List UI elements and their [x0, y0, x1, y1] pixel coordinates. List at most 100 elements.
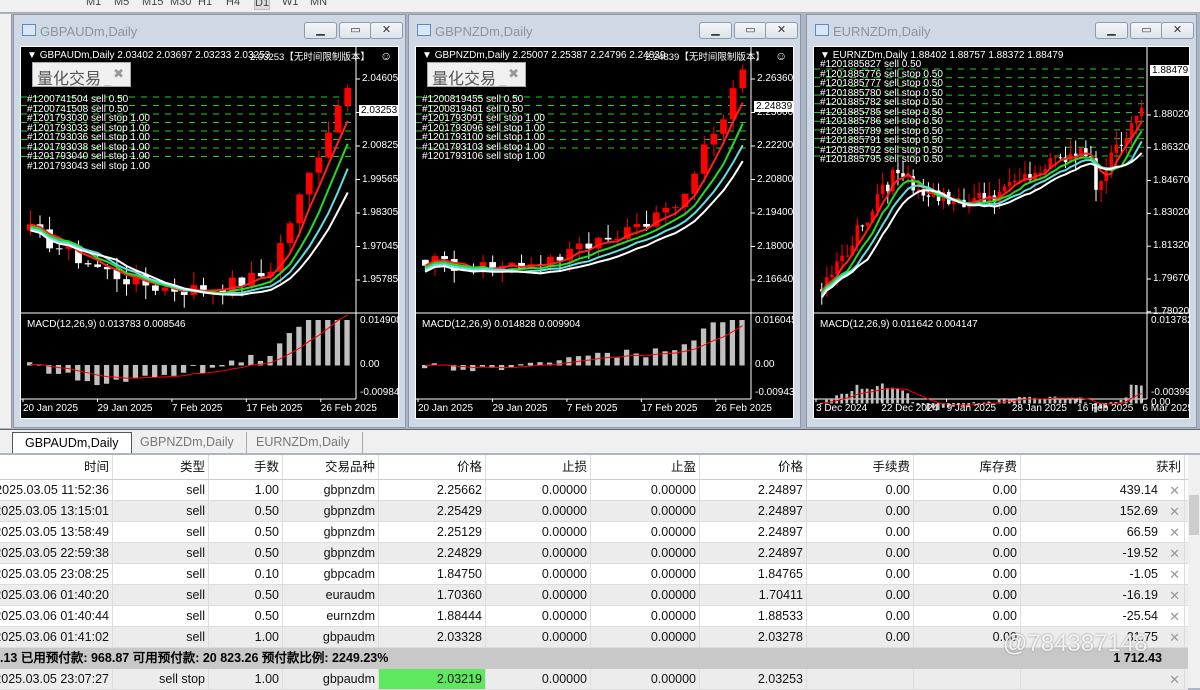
- minimize-button[interactable]: ▁: [304, 22, 337, 39]
- table-row[interactable]: 2025.03.05 11:52:36 sell 1.00 gbpnzdm 2.2566…: [0, 480, 1188, 501]
- ea-panel[interactable]: 量化交易 _ ✖: [32, 62, 131, 87]
- time-cell: 2025.03.06 01:40:20: [0, 585, 113, 605]
- price-axis-label: 1.95785: [362, 274, 399, 285]
- window-titlebar[interactable]: EURNZDm,Daily ▁ ▭ ✕: [807, 15, 1196, 45]
- vertical-scrollbar[interactable]: [1188, 455, 1200, 688]
- table-row[interactable]: 2025.03.05 13:15:01 sell 0.50 gbpnzdm 2.2542…: [0, 501, 1188, 522]
- timeframe-m30[interactable]: M30: [170, 0, 191, 8]
- macd-histogram-bar: [652, 348, 659, 366]
- time-cell: 2025.03.06 01:40:44: [0, 606, 113, 626]
- close-position-icon[interactable]: ✕: [1169, 585, 1180, 606]
- tab-eurnzdm[interactable]: EURNZDm,Daily: [244, 432, 363, 453]
- tab-gbpnzdm[interactable]: GBPNZDm,Daily: [128, 432, 247, 453]
- commission-cell: 0.00: [807, 480, 914, 500]
- macd-histogram-bar: [865, 388, 869, 404]
- scrollbar-thumb[interactable]: [1189, 495, 1199, 535]
- tab-gbpaudm[interactable]: GBPAUDm,Daily: [12, 432, 132, 453]
- macd-histogram-bar: [886, 387, 889, 404]
- macd-histogram-bar: [277, 343, 283, 366]
- table-row[interactable]: 2025.03.05 22:59:38 sell 0.50 gbpnzdm 2.2482…: [0, 543, 1188, 564]
- timeframe-mn[interactable]: MN: [310, 0, 327, 8]
- symbol-cell: gbpcadm: [283, 564, 379, 584]
- close-position-icon[interactable]: ✕: [1169, 606, 1180, 627]
- macd-axis-label: -0.009844: [360, 387, 399, 398]
- minimize-button[interactable]: ▁: [1095, 22, 1128, 39]
- window-titlebar[interactable]: GBPNZDm,Daily ▁ ▭ ✕: [409, 15, 800, 45]
- close-button[interactable]: ✕: [765, 22, 798, 39]
- price-axis-label: 1.88020: [1153, 109, 1190, 120]
- macd-histogram-bar: [470, 365, 476, 372]
- maximize-button[interactable]: ▭: [734, 22, 767, 39]
- symbol-cell: gbpnzdm: [283, 480, 379, 500]
- close-button[interactable]: ✕: [370, 22, 403, 39]
- profit-cell: 152.69: [1021, 501, 1185, 521]
- timeframe-m5[interactable]: M5: [114, 0, 129, 8]
- window-titlebar[interactable]: GBPAUDm,Daily ▁ ▭ ✕: [14, 15, 405, 45]
- table-row[interactable]: 2025.03.05 13:58:49 sell 0.50 gbpnzdm 2.2512…: [0, 522, 1188, 543]
- type-cell: sell: [113, 627, 209, 647]
- timeframe-m1[interactable]: M1: [86, 0, 101, 8]
- candle-body: [305, 172, 313, 195]
- timeframe-d1[interactable]: D1: [254, 0, 271, 10]
- candle-body: [84, 263, 92, 265]
- macd-histogram-bar: [891, 387, 894, 404]
- macd-histogram-bar: [875, 386, 879, 404]
- minimize-button[interactable]: ▁: [699, 22, 732, 39]
- price-axis-label: 1.86320: [1153, 141, 1190, 153]
- commission-cell: 0.00: [807, 585, 914, 605]
- close-position-icon[interactable]: ✕: [1169, 522, 1180, 543]
- chart-window-gbpnzdm: GBPNZDm,Daily ▁ ▭ ✕ ▼ GBPNZDm,Daily 2.25007 …: [408, 14, 801, 428]
- close-position-icon[interactable]: ✕: [1169, 627, 1180, 648]
- candle-body: [152, 285, 159, 291]
- type-cell: sell: [113, 606, 209, 626]
- table-row[interactable]: 2025.03.06 01:40:44 sell 0.50 eurnzdm 1.8844…: [0, 606, 1188, 627]
- macd-histogram-bar: [132, 365, 139, 379]
- minimize-icon[interactable]: _: [101, 73, 111, 86]
- pending-order-row[interactable]: 2025.03.05 23:07:27 sell stop 1.00 gbpaudm 2…: [0, 669, 1188, 690]
- timeframe-h4[interactable]: H4: [226, 0, 240, 8]
- candle-body: [325, 132, 332, 158]
- minimize-icon[interactable]: _: [496, 73, 506, 86]
- take-profit-cell: 0.00000: [591, 543, 700, 563]
- macd-histogram-bar: [219, 365, 225, 367]
- candle-body: [720, 119, 727, 134]
- time-cell: 2025.03.05 23:08:25: [0, 564, 113, 584]
- candle-body: [845, 255, 849, 257]
- close-icon[interactable]: ✖: [508, 66, 519, 82]
- ea-panel[interactable]: 量化交易 _ ✖: [427, 62, 526, 87]
- header-swap: 库存费: [914, 455, 1021, 479]
- open-price-cell: 2.25662: [379, 480, 486, 500]
- time-cell: 2025.03.05 11:52:36: [0, 480, 113, 500]
- timeframe-w1[interactable]: W1: [282, 0, 299, 8]
- close-position-icon[interactable]: ✕: [1169, 480, 1180, 501]
- maximize-button[interactable]: ▭: [339, 22, 372, 39]
- current-price-cell: 2.24897: [700, 501, 807, 521]
- timeframe-toolbar: M1 M5 M15 M30 H1 H4 D1 W1 MN: [0, 0, 1200, 13]
- macd-histogram-bar: [623, 349, 630, 366]
- lots-cell: 0.50: [209, 606, 283, 626]
- close-position-icon[interactable]: ✕: [1169, 543, 1180, 564]
- profit-cell: -16.19: [1021, 585, 1185, 605]
- maximize-button[interactable]: ▭: [1130, 22, 1163, 39]
- chart-canvas[interactable]: ▼ GBPAUDm,Daily 2.03402 2.03697 2.03233 …: [20, 46, 399, 419]
- close-button[interactable]: ✕: [1161, 22, 1194, 39]
- current-price-cell: 1.70411: [700, 585, 807, 605]
- table-row[interactable]: 2025.03.06 01:40:20 sell 0.50 euraudm 1.7036…: [0, 585, 1188, 606]
- close-position-icon[interactable]: ✕: [1169, 501, 1180, 522]
- window-title: EURNZDm,Daily: [833, 24, 931, 39]
- chart-canvas[interactable]: ▼ EURNZDm,Daily 1.88402 1.88757 1.88372 …: [813, 46, 1190, 419]
- close-position-icon[interactable]: ✕: [1169, 564, 1180, 585]
- chart-window-icon: [815, 24, 829, 36]
- table-row[interactable]: 2025.03.05 23:08:25 sell 0.10 gbpcadm 1.8475…: [0, 564, 1188, 585]
- close-icon[interactable]: ✖: [113, 66, 124, 82]
- delete-order-icon[interactable]: ✕: [1169, 669, 1180, 690]
- timeframe-h1[interactable]: H1: [198, 0, 212, 8]
- macd-axis-label: -0.009436: [755, 387, 794, 398]
- commission-cell: 0.00: [807, 501, 914, 521]
- date-label: 17 Feb 2025: [641, 403, 698, 414]
- timeframe-m15[interactable]: M15: [142, 0, 163, 8]
- chart-canvas[interactable]: ▼ GBPNZDm,Daily 2.25007 2.25387 2.24796 …: [415, 46, 794, 419]
- date-label: 6 Mar 2025: [1142, 403, 1190, 414]
- header-type: 类型: [113, 455, 209, 479]
- profit-cell: [1021, 669, 1185, 689]
